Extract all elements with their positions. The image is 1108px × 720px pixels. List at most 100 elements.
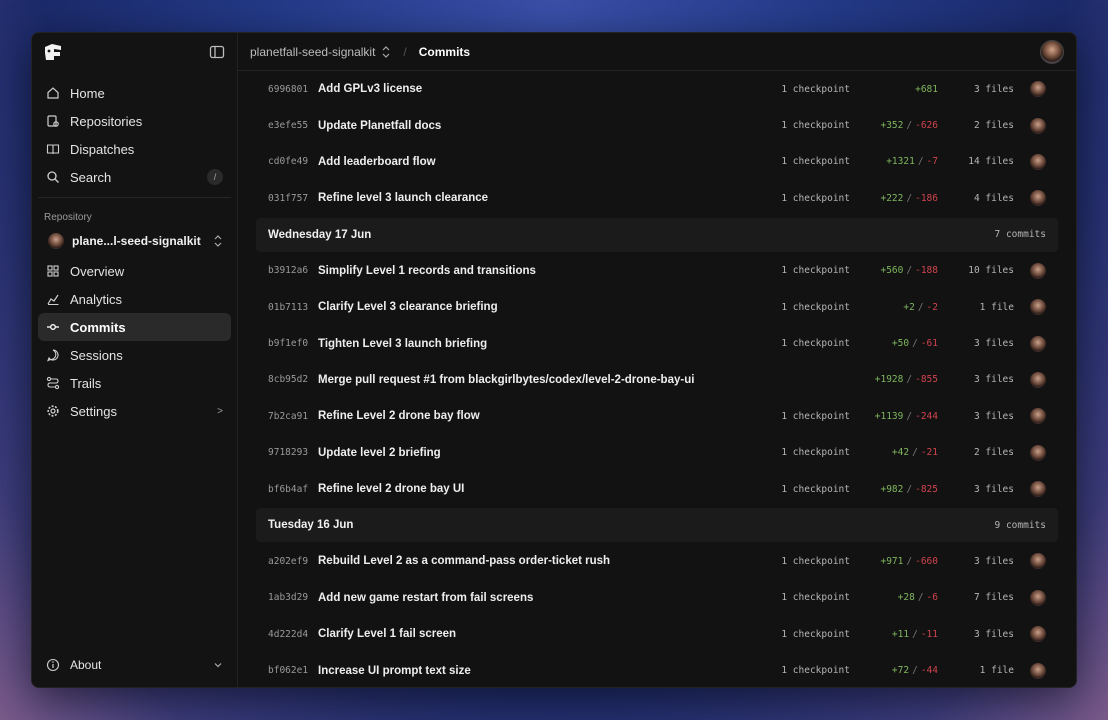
commit-hash[interactable]: bf6b4af xyxy=(268,484,318,495)
commit-message[interactable]: Tighten Level 3 launch briefing xyxy=(318,338,770,350)
commit-row[interactable]: bf062e1 Increase UI prompt text size 1 che… xyxy=(256,652,1058,687)
commit-row[interactable]: 9718293 Update level 2 briefing 1 checkpoi… xyxy=(256,435,1058,471)
author-avatar[interactable] xyxy=(1030,589,1046,606)
breadcrumb-repo[interactable]: planetfall-seed-signalkit xyxy=(250,45,375,59)
nav-search[interactable]: Search / xyxy=(38,163,231,191)
checkpoint-count: 1 checkpoint xyxy=(781,447,850,459)
diff-stats: +11/-11 xyxy=(850,629,938,640)
commit-message[interactable]: Add GPLv3 license xyxy=(318,83,770,95)
checkpoint-count: 1 checkpoint xyxy=(781,628,850,640)
commit-hash[interactable]: cd0fe49 xyxy=(268,156,318,167)
commit-message[interactable]: Update level 2 briefing xyxy=(318,447,770,459)
user-avatar[interactable] xyxy=(1040,39,1064,64)
author-avatar[interactable] xyxy=(1030,444,1046,461)
toggle-sidebar-icon[interactable] xyxy=(209,44,225,60)
additions: +1139 xyxy=(874,410,904,422)
repository-selector[interactable]: plane...l-seed-signalkit xyxy=(38,227,231,255)
nav-dispatches[interactable]: Dispatches xyxy=(38,135,231,163)
nav-repositories[interactable]: Repositories xyxy=(38,107,231,135)
author-avatar[interactable] xyxy=(1030,153,1046,170)
commit-hash[interactable]: 8cb95d2 xyxy=(268,374,318,385)
author-avatar[interactable] xyxy=(1030,262,1046,279)
author-avatar[interactable] xyxy=(1030,81,1046,98)
about-item[interactable]: About xyxy=(38,651,231,679)
commit-hash[interactable]: 6996801 xyxy=(268,84,318,95)
author-avatar[interactable] xyxy=(1030,662,1046,679)
commit-message[interactable]: Refine Level 2 drone bay flow xyxy=(318,410,770,422)
commit-row[interactable]: bf6b4af Refine level 2 drone bay UI 1 chec… xyxy=(256,471,1058,507)
commit-hash[interactable]: b9f1ef0 xyxy=(268,338,318,349)
day-title: Tuesday 16 Jun xyxy=(268,519,354,532)
commit-hash[interactable]: 01b7113 xyxy=(268,302,318,313)
commit-hash[interactable]: bf062e1 xyxy=(268,665,318,676)
nav-trails[interactable]: Trails xyxy=(38,369,231,397)
files-changed: 1 file xyxy=(979,665,1014,677)
nav-analytics-label: Analytics xyxy=(70,291,123,307)
repo-switch-icon[interactable] xyxy=(381,45,391,59)
nav-home-label: Home xyxy=(70,85,105,101)
files-changed: 3 files xyxy=(973,410,1014,422)
nav-analytics[interactable]: Analytics xyxy=(38,285,231,313)
commit-message[interactable]: Clarify Level 3 clearance briefing xyxy=(318,301,770,313)
commit-hash[interactable]: 9718293 xyxy=(268,447,318,458)
commit-message[interactable]: Refine level 3 launch clearance xyxy=(318,192,770,204)
commit-message[interactable]: Clarify Level 1 fail screen xyxy=(318,628,770,640)
commit-row[interactable]: e3efe55 Update Planetfall docs 1 checkpoin… xyxy=(256,107,1058,143)
commit-hash[interactable]: 031f757 xyxy=(268,193,318,204)
files-changed: 14 files xyxy=(968,156,1014,168)
nav-settings[interactable]: Settings > xyxy=(38,397,231,425)
commit-hash[interactable]: 4d222d4 xyxy=(268,629,318,640)
author-avatar[interactable] xyxy=(1030,117,1046,134)
commit-row[interactable]: 01b7113 Clarify Level 3 clearance briefin… xyxy=(256,289,1058,325)
commit-hash[interactable]: 1ab3d29 xyxy=(268,592,318,603)
commit-message[interactable]: Merge pull request #1 from blackgirlbyte… xyxy=(318,374,770,386)
deletions: -11 xyxy=(920,628,938,640)
commit-hash[interactable]: 7b2ca91 xyxy=(268,411,318,422)
commit-hash[interactable]: b3912a6 xyxy=(268,265,318,276)
nav-sessions[interactable]: Sessions xyxy=(38,341,231,369)
nav-sessions-label: Sessions xyxy=(70,347,123,363)
diff-separator: / xyxy=(906,192,913,204)
files-changed: 3 files xyxy=(973,374,1014,386)
commit-message[interactable]: Add leaderboard flow xyxy=(318,156,770,168)
nav-commits[interactable]: Commits xyxy=(38,313,231,341)
day-header: Wednesday 17 Jun 7 commits xyxy=(256,217,1058,252)
commit-row[interactable]: 1ab3d29 Add new game restart from fail sc… xyxy=(256,580,1058,616)
commit-message[interactable]: Update Planetfall docs xyxy=(318,120,770,132)
commit-row[interactable]: cd0fe49 Add leaderboard flow 1 checkpoint +… xyxy=(256,144,1058,180)
commit-message[interactable]: Refine level 2 drone bay UI xyxy=(318,483,770,495)
chart-icon xyxy=(47,294,59,305)
commit-hash[interactable]: e3efe55 xyxy=(268,120,318,131)
diff-stats: +42/-21 xyxy=(850,447,938,458)
author-avatar[interactable] xyxy=(1030,408,1046,425)
deletions: -21 xyxy=(920,447,938,459)
author-avatar[interactable] xyxy=(1030,481,1046,498)
commit-row[interactable]: a202ef9 Rebuild Level 2 as a command-pass… xyxy=(256,543,1058,579)
commit-row[interactable]: 4d222d4 Clarify Level 1 fail screen 1 chec… xyxy=(256,616,1058,652)
commit-message[interactable]: Simplify Level 1 records and transitions xyxy=(318,265,770,277)
author-avatar[interactable] xyxy=(1030,553,1046,570)
commit-message[interactable]: Rebuild Level 2 as a command-pass order-… xyxy=(318,555,770,567)
author-avatar[interactable] xyxy=(1030,371,1046,388)
search-shortcut-badge: / xyxy=(207,169,223,185)
commit-message[interactable]: Add new game restart from fail screens xyxy=(318,592,770,604)
commit-message[interactable]: Increase UI prompt text size xyxy=(318,665,770,677)
commit-hash[interactable]: a202ef9 xyxy=(268,556,318,567)
author-avatar[interactable] xyxy=(1030,626,1046,643)
additions: +1928 xyxy=(874,374,904,386)
nav-overview[interactable]: Overview xyxy=(38,257,231,285)
nav-home[interactable]: Home xyxy=(38,79,231,107)
diff-stats: +1139/-244 xyxy=(850,411,938,422)
commit-row[interactable]: b3912a6 Simplify Level 1 records and tran… xyxy=(256,253,1058,289)
commit-row[interactable]: 6996801 Add GPLv3 license 1 checkpoint +681… xyxy=(256,71,1058,107)
author-avatar[interactable] xyxy=(1030,335,1046,352)
commit-row[interactable]: 031f757 Refine level 3 launch clearance 1 … xyxy=(256,180,1058,216)
app-logo-icon[interactable] xyxy=(42,41,64,63)
commit-row[interactable]: 7b2ca91 Refine Level 2 drone bay flow 1 ch… xyxy=(256,398,1058,434)
commit-row[interactable]: 8cb95d2 Merge pull request #1 from blackg… xyxy=(256,362,1058,398)
diff-separator: / xyxy=(912,665,918,677)
author-avatar[interactable] xyxy=(1030,299,1046,316)
commit-row[interactable]: b9f1ef0 Tighten Level 3 launch briefing 1 … xyxy=(256,325,1058,361)
author-avatar[interactable] xyxy=(1030,190,1046,207)
diff-separator: / xyxy=(906,120,913,132)
